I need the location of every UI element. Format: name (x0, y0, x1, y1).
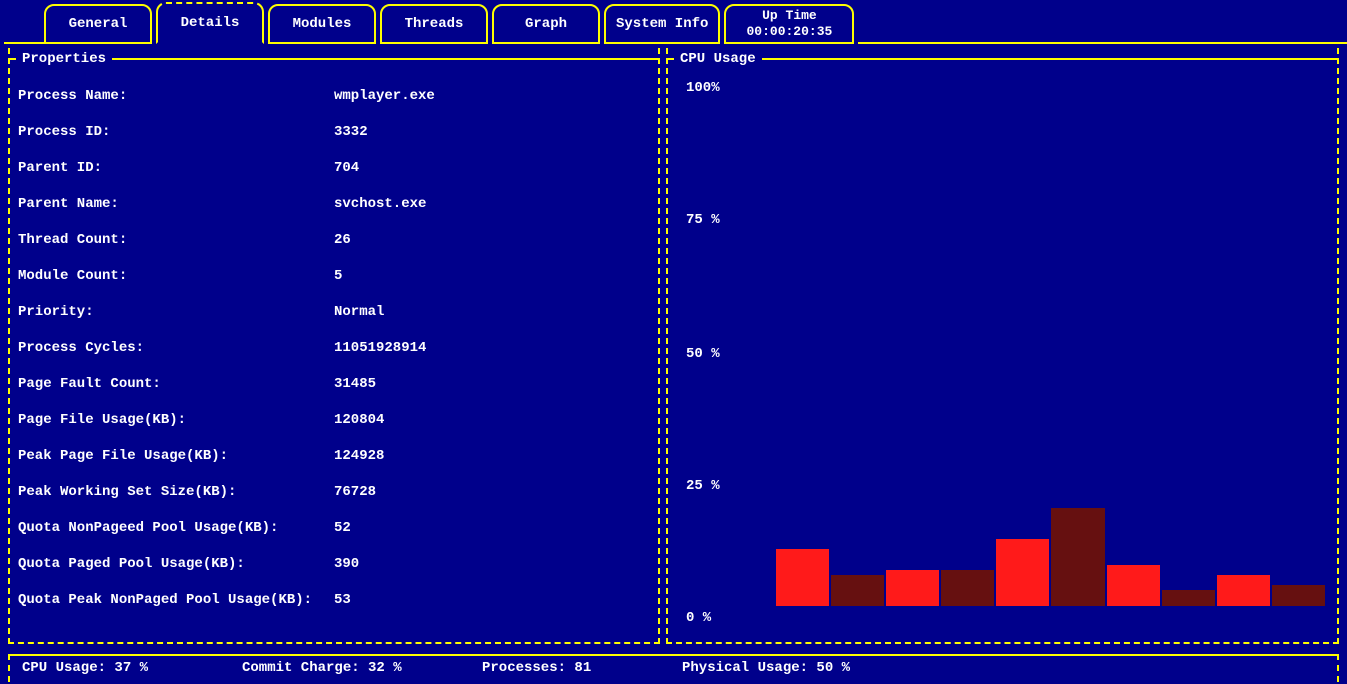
property-row: Quota NonPageed Pool Usage(KB):52 (16, 520, 652, 556)
tab-modules[interactable]: Modules (268, 4, 376, 44)
property-label: Process Name: (18, 88, 334, 104)
property-row: Page File Usage(KB):120804 (16, 412, 652, 448)
cpu-bar (941, 570, 994, 606)
status-cpu-usage: CPU Usage: 37 % (10, 660, 230, 676)
status-physical-usage: Physical Usage: 50 % (670, 660, 1337, 676)
tab-threads[interactable]: Threads (380, 4, 488, 44)
tab-system-info[interactable]: System Info (604, 4, 720, 44)
property-row: Process Name:wmplayer.exe (16, 88, 652, 124)
properties-title: Properties (16, 51, 112, 67)
status-commit-charge: Commit Charge: 32 % (230, 660, 470, 676)
status-bar: CPU Usage: 37 % Commit Charge: 32 % Proc… (8, 654, 1339, 682)
properties-title-row: Properties (10, 48, 658, 70)
cpu-bar (1162, 590, 1215, 606)
properties-list: Process Name:wmplayer.exeProcess ID:3332… (10, 70, 658, 634)
cpu-bars (776, 88, 1325, 606)
property-value: 26 (334, 232, 351, 248)
property-value: 5 (334, 268, 342, 284)
property-label: Peak Working Set Size(KB): (18, 484, 334, 500)
property-row: Peak Page File Usage(KB):124928 (16, 448, 652, 484)
tab-tail-spacer (858, 4, 1347, 44)
property-label: Process ID: (18, 124, 334, 140)
property-value: 390 (334, 556, 359, 572)
cpu-y-tick: 100% (686, 80, 720, 96)
property-value: 31485 (334, 376, 376, 392)
property-value: 11051928914 (334, 340, 426, 356)
tab-lead-spacer (4, 4, 44, 44)
cpu-y-tick: 75 % (686, 212, 720, 228)
tab-details[interactable]: Details (156, 2, 264, 44)
property-value: 3332 (334, 124, 368, 140)
properties-panel: Properties Process Name:wmplayer.exeProc… (8, 48, 660, 644)
tab-graph[interactable]: Graph (492, 4, 600, 44)
uptime-display: Up Time 00:00:20:35 (724, 4, 854, 44)
property-value: 53 (334, 592, 351, 608)
cpu-bar (886, 570, 939, 606)
property-value: wmplayer.exe (334, 88, 435, 104)
uptime-value: 00:00:20:35 (747, 24, 833, 40)
cpu-plot (776, 88, 1325, 606)
cpu-y-tick: 25 % (686, 478, 720, 494)
property-value: 76728 (334, 484, 376, 500)
cpu-bar (1051, 508, 1104, 606)
property-row: Quota Peak NonPaged Pool Usage(KB):53 (16, 592, 652, 628)
property-row: Page Fault Count:31485 (16, 376, 652, 412)
property-row: Peak Working Set Size(KB):76728 (16, 484, 652, 520)
property-row: Module Count:5 (16, 268, 652, 304)
property-value: 704 (334, 160, 359, 176)
property-label: Quota NonPageed Pool Usage(KB): (18, 520, 334, 536)
property-row: Quota Paged Pool Usage(KB):390 (16, 556, 652, 592)
property-row: Parent Name:svchost.exe (16, 196, 652, 232)
main-panels: Properties Process Name:wmplayer.exeProc… (0, 44, 1347, 644)
property-label: Quota Peak NonPaged Pool Usage(KB): (18, 592, 334, 608)
cpu-title: CPU Usage (674, 51, 762, 67)
property-value: 124928 (334, 448, 384, 464)
property-value: 120804 (334, 412, 384, 428)
status-processes: Processes: 81 (470, 660, 670, 676)
tab-general[interactable]: General (44, 4, 152, 44)
cpu-chart-area: 100% 75 % 50 % 25 % 0 % (668, 70, 1337, 626)
cpu-title-row: CPU Usage (668, 48, 1337, 70)
property-row: Priority:Normal (16, 304, 652, 340)
cpu-bar (1272, 585, 1325, 606)
property-value: svchost.exe (334, 196, 426, 212)
cpu-bar (1217, 575, 1270, 606)
cpu-bar (831, 575, 884, 606)
property-label: Process Cycles: (18, 340, 334, 356)
property-label: Module Count: (18, 268, 334, 284)
property-row: Process Cycles:11051928914 (16, 340, 652, 376)
property-value: Normal (334, 304, 384, 320)
cpu-usage-panel: CPU Usage 100% 75 % 50 % 25 % 0 % (666, 48, 1339, 644)
property-row: Process ID:3332 (16, 124, 652, 160)
property-label: Peak Page File Usage(KB): (18, 448, 334, 464)
property-label: Page File Usage(KB): (18, 412, 334, 428)
cpu-y-tick: 50 % (686, 346, 720, 362)
property-label: Priority: (18, 304, 334, 320)
property-label: Parent Name: (18, 196, 334, 212)
property-label: Parent ID: (18, 160, 334, 176)
cpu-y-tick: 0 % (686, 610, 711, 626)
cpu-bar (996, 539, 1049, 606)
property-value: 52 (334, 520, 351, 536)
property-row: Thread Count:26 (16, 232, 652, 268)
cpu-bar (1107, 565, 1160, 606)
property-label: Quota Paged Pool Usage(KB): (18, 556, 334, 572)
property-label: Page Fault Count: (18, 376, 334, 392)
cpu-bar (776, 549, 829, 606)
property-row: Parent ID:704 (16, 160, 652, 196)
tab-bar: General Details Modules Threads Graph Sy… (0, 0, 1347, 44)
property-label: Thread Count: (18, 232, 334, 248)
uptime-label: Up Time (762, 8, 817, 24)
